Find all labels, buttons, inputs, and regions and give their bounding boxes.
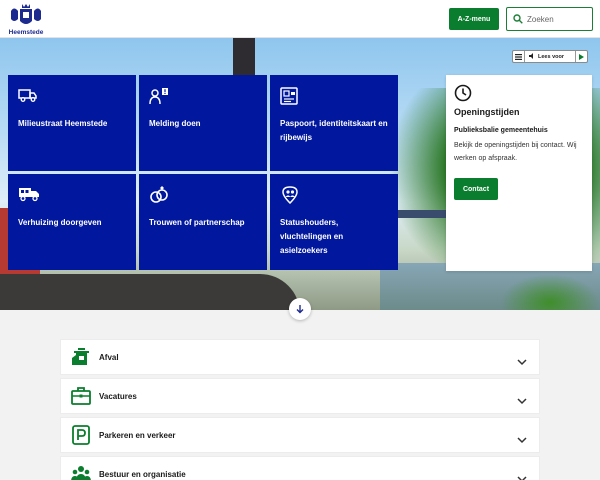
- waste-icon: [71, 347, 91, 372]
- tile-label: Statushouders, vluchtelingen en asielzoe…: [280, 218, 344, 255]
- scroll-down-button[interactable]: [289, 298, 311, 320]
- tile-trouwen[interactable]: Trouwen of partnerschap: [139, 174, 267, 270]
- tile-verhuizing[interactable]: Verhuizing doorgeven: [8, 174, 136, 270]
- chevron-down-icon: [517, 392, 527, 410]
- opening-hours-subtitle: Publieksbalie gemeentehuis: [454, 127, 548, 134]
- accordion-label: Afval: [99, 353, 119, 362]
- coat-of-arms-icon: [11, 4, 41, 24]
- accordion-label: Vacatures: [99, 392, 137, 401]
- parking-icon: [71, 425, 91, 450]
- tile-label: Verhuizing doorgeven: [18, 218, 102, 227]
- accordion-label: Parkeren en verkeer: [99, 431, 176, 440]
- tile-statushouders[interactable]: Statushouders, vluchtelingen en asielzoe…: [270, 174, 398, 270]
- menu-icon[interactable]: [513, 51, 525, 62]
- opening-hours-title: Openingstijden: [454, 107, 520, 117]
- grass-shape: [500, 274, 600, 310]
- play-icon[interactable]: [575, 51, 587, 62]
- search-icon: [513, 14, 523, 24]
- accordion-label: Bestuur en organisatie: [99, 470, 186, 479]
- logo-text: Heemstede: [8, 29, 44, 36]
- speaker-icon: [529, 52, 535, 61]
- arrow-down-icon: [296, 305, 304, 314]
- tile-paspoort[interactable]: Paspoort, identiteitskaart en rijbewijs: [270, 75, 398, 171]
- tile-label: Milieustraat Heemstede: [18, 119, 108, 128]
- clock-icon: [454, 84, 472, 107]
- read-aloud-widget[interactable]: Lees voor: [512, 50, 588, 63]
- accordion-item-bestuur[interactable]: Bestuur en organisatie: [60, 456, 540, 480]
- tile-label: Paspoort, identiteitskaart en rijbewijs: [280, 119, 388, 142]
- chevron-down-icon: [517, 470, 527, 480]
- search-input[interactable]: [527, 11, 589, 27]
- tile-milieustraat[interactable]: Milieustraat Heemstede: [8, 75, 136, 171]
- heemstede-logo[interactable]: Heemstede: [6, 3, 46, 37]
- tile-melding-doen[interactable]: Melding doen: [139, 75, 267, 171]
- chevron-down-icon: [517, 353, 527, 371]
- briefcase-icon: [71, 386, 91, 411]
- person-notification-icon: [149, 87, 169, 110]
- tile-label: Melding doen: [149, 119, 201, 128]
- id-card-icon: [280, 87, 300, 110]
- accordion-item-parkeren[interactable]: Parkeren en verkeer: [60, 417, 540, 453]
- boat-shape: [0, 274, 300, 310]
- truck-icon: [18, 87, 38, 108]
- people-group-icon: [71, 464, 91, 480]
- az-menu-button[interactable]: A-Z-menu: [449, 8, 499, 30]
- quick-links-grid: Milieustraat Heemstede Melding doen Pasp…: [8, 75, 398, 271]
- moving-truck-icon: [18, 186, 40, 207]
- opening-hours-card: Openingstijden Publieksbalie gemeentehui…: [446, 75, 592, 271]
- tile-label: Trouwen of partnerschap: [149, 218, 245, 227]
- accordion-item-vacatures[interactable]: Vacatures: [60, 378, 540, 414]
- bridge-shape: [390, 210, 450, 218]
- contact-button[interactable]: Contact: [454, 178, 498, 200]
- windmill-shape: [233, 38, 255, 78]
- accordion-item-afval[interactable]: Afval: [60, 339, 540, 375]
- search-box[interactable]: [506, 7, 593, 31]
- rings-icon: [149, 186, 169, 209]
- site-header: Heemstede A-Z-menu: [0, 0, 600, 38]
- read-aloud-label[interactable]: Lees voor: [538, 54, 564, 60]
- chevron-down-icon: [517, 431, 527, 449]
- opening-hours-text: Bekijk de openingstijden bij contact. Wi…: [454, 142, 577, 162]
- location-people-icon: [280, 186, 300, 209]
